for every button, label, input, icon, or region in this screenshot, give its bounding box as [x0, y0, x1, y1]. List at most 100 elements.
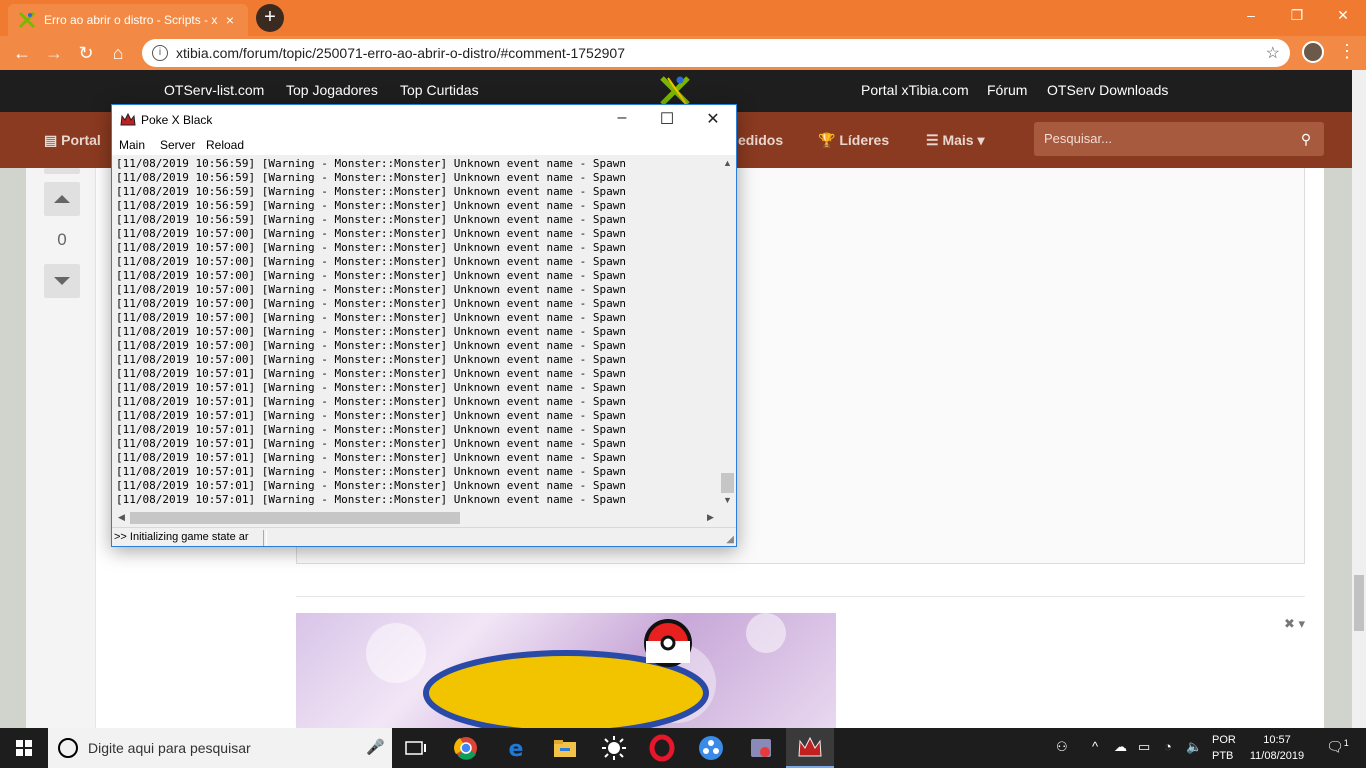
bookmark-star-icon[interactable]: ☆	[1266, 43, 1280, 63]
tab-close-icon[interactable]: ×	[222, 12, 238, 28]
xtibia-logo-icon[interactable]	[658, 74, 692, 108]
app-blue-circle-icon[interactable]	[697, 734, 725, 762]
page-scroll-thumb[interactable]	[1354, 575, 1364, 631]
post-divider	[296, 596, 1305, 597]
menu-main[interactable]: Main	[119, 138, 145, 152]
console-log-line: [11/08/2019 10:57:01] [Warning - Monster…	[116, 465, 626, 478]
menu-reload[interactable]: Reload	[206, 138, 244, 152]
page-background-left	[0, 168, 26, 728]
start-button[interactable]	[0, 728, 48, 768]
console-log-line: [11/08/2019 10:57:00] [Warning - Monster…	[116, 283, 626, 296]
link-top-jogadores[interactable]: Top Jogadores	[286, 82, 378, 98]
upvote-arrow-icon	[54, 195, 70, 203]
scroll-up-icon[interactable]: ▲	[719, 155, 736, 172]
console-log-line: [11/08/2019 10:57:00] [Warning - Monster…	[116, 297, 626, 310]
link-top-curtidas[interactable]: Top Curtidas	[400, 82, 479, 98]
restore-icon[interactable]: ❐	[1274, 0, 1320, 30]
language-code: POR	[1212, 734, 1236, 746]
scroll-left-icon[interactable]: ◀	[113, 509, 130, 526]
console-vscroll-thumb[interactable]	[721, 473, 734, 493]
action-center-icon[interactable]: 🗨1	[1326, 738, 1349, 756]
console-log-line: [11/08/2019 10:57:00] [Warning - Monster…	[116, 269, 626, 282]
browser-tabstrip: Erro ao abrir o distro - Scripts - x × +…	[0, 0, 1366, 36]
nav-lideres[interactable]: 🏆 Líderes	[818, 132, 889, 149]
console-log-line: [11/08/2019 10:56:59] [Warning - Monster…	[116, 213, 626, 226]
console-log-line: [11/08/2019 10:57:01] [Warning - Monster…	[116, 479, 626, 492]
page-scrollbar[interactable]	[1352, 70, 1366, 728]
xtibia-favicon-icon	[18, 11, 36, 29]
console-maximize-icon[interactable]: ☐	[652, 109, 682, 129]
wifi-icon[interactable]: ◔	[1164, 739, 1172, 754]
site-search-icon[interactable]: ⚲	[1288, 122, 1324, 156]
people-icon[interactable]: ⚇	[1056, 739, 1068, 755]
nav-mais[interactable]: ☰ Mais ▾	[926, 132, 985, 149]
menu-server[interactable]: Server	[160, 138, 195, 152]
home-icon[interactable]: ⌂	[102, 43, 134, 64]
console-log-line: [11/08/2019 10:57:00] [Warning - Monster…	[116, 339, 626, 352]
link-otserv-downloads[interactable]: OTServ Downloads	[1047, 82, 1168, 98]
taskbar-clock[interactable]: 10:57 11/08/2019	[1240, 732, 1314, 764]
console-horizontal-scrollbar[interactable]: ◀ ▶	[113, 509, 719, 526]
console-log-line: [11/08/2019 10:56:59] [Warning - Monster…	[116, 199, 626, 212]
console-log-line: [11/08/2019 10:57:00] [Warning - Monster…	[116, 311, 626, 324]
address-bar[interactable]: i xtibia.com/forum/topic/250071-erro-ao-…	[142, 39, 1290, 67]
input-language[interactable]: POR PTB	[1212, 732, 1236, 764]
back-icon[interactable]: ←	[6, 43, 38, 64]
taskbar-search-input[interactable]: Digite aqui para pesquisar 🎤	[48, 728, 392, 768]
forward-icon[interactable]: →	[38, 43, 70, 64]
nav-lideres-label: Líderes	[839, 132, 890, 148]
console-log[interactable]: [11/08/2019 10:56:59] [Warning - Monster…	[113, 155, 719, 509]
vote-count: 0	[57, 230, 67, 249]
vote-top-stub	[44, 168, 80, 174]
site-info-icon[interactable]: i	[152, 45, 168, 61]
tab-title: Erro ao abrir o distro - Scripts - x	[44, 13, 218, 27]
volume-icon[interactable]: 🔈	[1186, 739, 1202, 755]
post-options-icon[interactable]: ✖ ▾	[1284, 616, 1305, 632]
scroll-right-icon[interactable]: ▶	[702, 509, 719, 526]
console-log-line: [11/08/2019 10:57:01] [Warning - Monster…	[116, 437, 626, 450]
console-close-icon[interactable]: ✕	[698, 109, 728, 129]
battery-icon[interactable]: ▭	[1138, 739, 1150, 755]
window-controls: – ❐ ✕	[1228, 0, 1366, 30]
edge-icon[interactable]: e	[502, 734, 530, 762]
profile-avatar[interactable]	[1302, 41, 1324, 63]
link-portal-xtibia[interactable]: Portal xTibia.com	[861, 82, 969, 98]
console-log-line: [11/08/2019 10:57:01] [Warning - Monster…	[116, 451, 626, 464]
onedrive-icon[interactable]: ☁	[1114, 739, 1127, 755]
new-tab-button[interactable]: +	[256, 4, 284, 32]
browser-tab[interactable]: Erro ao abrir o distro - Scripts - x ×	[8, 4, 248, 36]
link-otserv-list[interactable]: OTServ-list.com	[164, 82, 264, 98]
svg-text:e: e	[509, 737, 524, 762]
console-minimize-icon[interactable]: –	[607, 109, 637, 127]
upvote-button[interactable]	[44, 182, 80, 216]
downvote-button[interactable]	[44, 264, 80, 298]
show-hidden-icons-icon[interactable]: ^	[1092, 739, 1098, 754]
close-icon[interactable]: ✕	[1320, 0, 1366, 30]
site-search-input[interactable]: Pesquisar... ⚲	[1034, 122, 1324, 156]
windows-logo-icon	[16, 740, 32, 756]
link-forum[interactable]: Fórum	[987, 82, 1027, 98]
console-hscroll-thumb[interactable]	[130, 512, 460, 524]
console-titlebar[interactable]: Poke X Black – ☐ ✕	[112, 105, 736, 135]
site-search-placeholder: Pesquisar...	[1044, 131, 1112, 146]
file-explorer-icon[interactable]	[551, 734, 579, 762]
otpokemon-banner-graphic	[366, 613, 786, 728]
resize-grip-icon[interactable]: ◢	[726, 534, 734, 545]
task-view-icon[interactable]	[402, 734, 430, 762]
clock-time: 10:57	[1263, 734, 1291, 746]
chrome-menu-icon[interactable]: ⋮	[1338, 41, 1356, 62]
chrome-icon[interactable]	[452, 734, 480, 762]
reload-icon[interactable]: ↻	[70, 43, 102, 64]
minimize-icon[interactable]: –	[1228, 0, 1274, 30]
microphone-icon[interactable]: 🎤	[366, 738, 385, 756]
brightness-icon[interactable]	[600, 734, 628, 762]
nav-portal[interactable]: ▤ Portal	[44, 132, 101, 149]
crown-taskbar-icon	[798, 736, 822, 757]
page-background-right	[1324, 168, 1352, 728]
console-vertical-scrollbar[interactable]: ▲ ▼	[719, 155, 736, 509]
opera-icon[interactable]	[648, 734, 676, 762]
nav-pedidos[interactable]: edidos	[738, 132, 783, 148]
taskbar-active-app[interactable]	[786, 728, 834, 768]
app-window-icon[interactable]	[747, 734, 775, 762]
scroll-down-icon[interactable]: ▼	[719, 492, 736, 509]
